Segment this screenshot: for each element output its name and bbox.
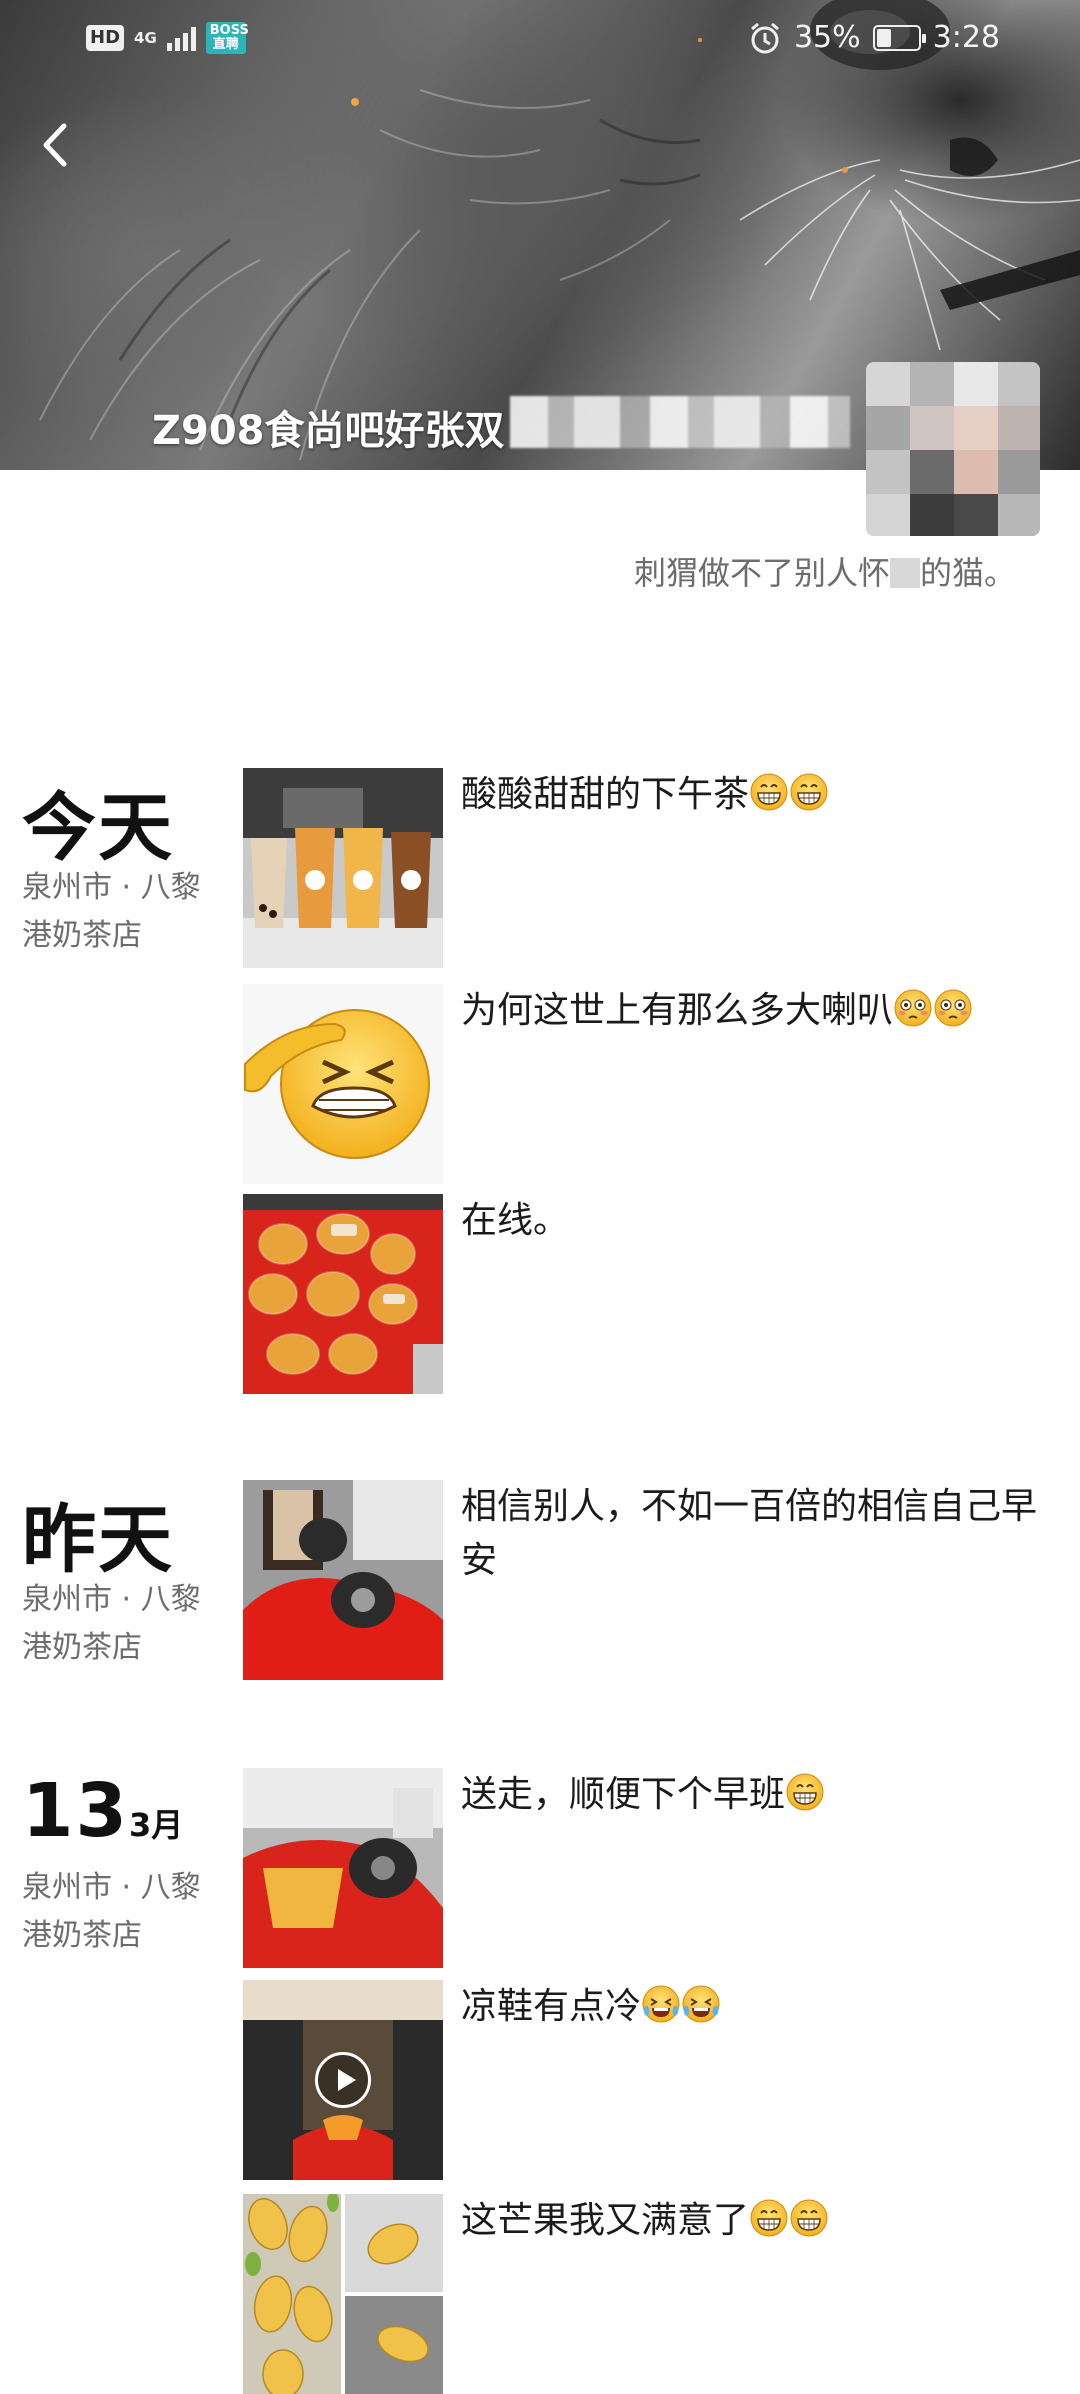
moment-post[interactable]: 这芒果我又满意了 xyxy=(243,2194,1043,2394)
boss-app-icon: BOSS直聘 xyxy=(205,22,249,54)
name-mosaic-blur xyxy=(510,396,850,448)
battery-fill xyxy=(876,28,891,47)
post-text: 这芒果我又满意了 xyxy=(461,2194,1041,2248)
post-image-milk-tea[interactable] xyxy=(243,768,443,968)
network-type-label: 4G xyxy=(134,29,157,47)
signature-text-start: 刺猬做不了别人怀 xyxy=(633,554,890,592)
back-button[interactable] xyxy=(30,110,80,180)
post-text-content: 相信别人，不如一百倍的相信自己早安 xyxy=(461,1486,1038,1581)
moment-post[interactable]: 为何这世上有那么多大喇叭 xyxy=(243,984,1043,1184)
post-image-mangoes[interactable] xyxy=(243,2194,443,2394)
moment-post[interactable]: 送走，顺便下个早班 xyxy=(243,1768,1043,1968)
post-text-content: 凉鞋有点冷 xyxy=(461,1986,642,2027)
flushed-face-icon xyxy=(933,988,973,1028)
post-text: 酸酸甜甜的下午茶 xyxy=(461,768,1041,822)
post-video-shoes[interactable] xyxy=(243,1980,443,2180)
post-text-content: 为何这世上有那么多大喇叭 xyxy=(461,990,894,1031)
moment-post[interactable]: 凉鞋有点冷 xyxy=(243,1980,1043,2180)
day-title: 今天 xyxy=(22,785,174,871)
signature-mosaic-blur xyxy=(889,558,920,588)
day-month: 3月 xyxy=(128,1806,184,1844)
play-icon[interactable] xyxy=(315,2052,371,2108)
tea-cups-photo xyxy=(243,1480,443,1680)
hd-icon: HD xyxy=(86,25,125,51)
bags-and-cups-photo xyxy=(243,1768,443,1968)
day-location: 泉州市 · 八黎港奶茶店 xyxy=(22,1582,201,1665)
post-text-content: 在线。 xyxy=(461,1200,570,1241)
day-title: 昨天 xyxy=(22,1497,174,1583)
post-text-content: 这芒果我又满意了 xyxy=(461,2200,750,2241)
chevron-left-icon xyxy=(43,123,67,167)
post-text-content: 送走，顺便下个早班 xyxy=(461,1774,786,1815)
signature-text-end: 的猫。 xyxy=(919,554,1016,592)
crying-laughing-face-icon xyxy=(681,1984,721,2024)
post-image-bags[interactable] xyxy=(243,1768,443,1968)
post-text: 在线。 xyxy=(461,1194,1041,1248)
post-text: 送走，顺便下个早班 xyxy=(461,1768,1041,1822)
battery-icon xyxy=(872,24,926,51)
post-image-facepalm[interactable] xyxy=(243,984,443,1184)
facepalm-emoji-image xyxy=(243,984,443,1184)
personal-signature: 刺猬做不了别人怀 的猫。 xyxy=(634,548,1016,594)
network-type-icon: 4G xyxy=(134,30,157,46)
alarm-clock-icon xyxy=(750,22,779,53)
post-text: 为何这世上有那么多大喇叭 xyxy=(461,984,1041,1038)
mangoes-photo xyxy=(243,2194,443,2394)
grinning-face-icon xyxy=(789,2198,829,2238)
grinning-face-icon xyxy=(749,2198,789,2238)
post-image-tea-cups[interactable] xyxy=(243,1480,443,1680)
post-text: 凉鞋有点冷 xyxy=(461,1980,1041,2034)
milk-tea-photo xyxy=(243,768,443,968)
grinning-face-icon xyxy=(785,1772,825,1812)
avatar[interactable] xyxy=(866,362,1040,536)
post-image-bread[interactable] xyxy=(243,1194,443,1394)
clock-time: 3:28 xyxy=(932,20,1000,55)
grinning-face-icon xyxy=(749,772,789,812)
status-bar: HD 4G BOSS直聘 35% 3:28 xyxy=(0,0,1080,80)
post-text-content: 酸酸甜甜的下午茶 xyxy=(461,774,750,815)
moment-post[interactable]: 相信别人，不如一百倍的相信自己早安 xyxy=(243,1480,1043,1680)
profile-name: Z908食尚吧好张双 xyxy=(152,408,505,454)
flushed-face-icon xyxy=(893,988,933,1028)
day-location: 泉州市 · 八黎港奶茶店 xyxy=(22,870,201,953)
moment-post[interactable]: 酸酸甜甜的下午茶 xyxy=(243,768,1043,968)
day-title: 133月 xyxy=(22,1768,183,1854)
grinning-face-icon xyxy=(789,772,829,812)
battery-percent: 35% xyxy=(793,20,861,55)
signal-strength-icon xyxy=(166,25,196,51)
day-location: 泉州市 · 八黎港奶茶店 xyxy=(22,1870,201,1953)
day-number: 13 xyxy=(22,1768,129,1854)
crying-laughing-face-icon xyxy=(641,1984,681,2024)
bread-in-red-bag-photo xyxy=(243,1194,443,1394)
moment-post[interactable]: 在线。 xyxy=(243,1194,1043,1394)
post-text: 相信别人，不如一百倍的相信自己早安 xyxy=(461,1480,1041,1588)
